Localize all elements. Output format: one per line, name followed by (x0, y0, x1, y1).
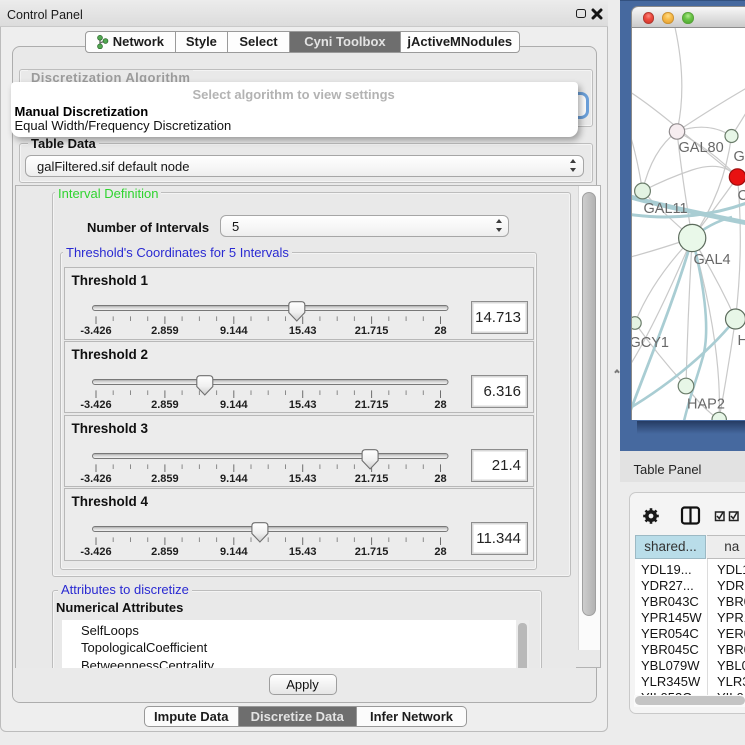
svg-text:C: C (737, 188, 745, 204)
svg-text:21.715: 21.715 (354, 325, 388, 337)
svg-text:28: 28 (434, 473, 446, 485)
svg-text:28: 28 (434, 546, 446, 558)
svg-text:15.43: 15.43 (288, 325, 316, 337)
svg-text:HAP2: HAP2 (687, 397, 725, 413)
svg-text:GAL80: GAL80 (678, 140, 723, 156)
svg-text:-3.426: -3.426 (80, 473, 111, 485)
svg-text:15.43: 15.43 (288, 546, 316, 558)
svg-text:GAL11: GAL11 (643, 201, 687, 217)
svg-text:15.43: 15.43 (288, 399, 316, 411)
svg-text:21.715: 21.715 (354, 399, 388, 411)
svg-text:21.715: 21.715 (354, 546, 388, 558)
svg-text:-3.426: -3.426 (80, 546, 111, 558)
svg-text:9.144: 9.144 (220, 473, 248, 485)
svg-text:GAL4: GAL4 (693, 252, 730, 268)
svg-text:9.144: 9.144 (220, 399, 248, 411)
svg-text:-3.426: -3.426 (80, 325, 111, 337)
svg-text:GCY1: GCY1 (632, 335, 669, 351)
svg-text:2.859: 2.859 (151, 546, 179, 558)
svg-text:G: G (733, 149, 744, 165)
svg-text:-3.426: -3.426 (80, 399, 111, 411)
svg-text:9.144: 9.144 (220, 325, 248, 337)
svg-text:2.859: 2.859 (151, 473, 179, 485)
svg-text:2.859: 2.859 (151, 325, 179, 337)
svg-text:28: 28 (434, 325, 446, 337)
svg-text:2.859: 2.859 (151, 399, 179, 411)
svg-text:9.144: 9.144 (220, 546, 248, 558)
svg-text:H: H (737, 333, 745, 349)
svg-text:21.715: 21.715 (354, 473, 388, 485)
svg-text:28: 28 (434, 399, 446, 411)
svg-text:15.43: 15.43 (288, 473, 316, 485)
